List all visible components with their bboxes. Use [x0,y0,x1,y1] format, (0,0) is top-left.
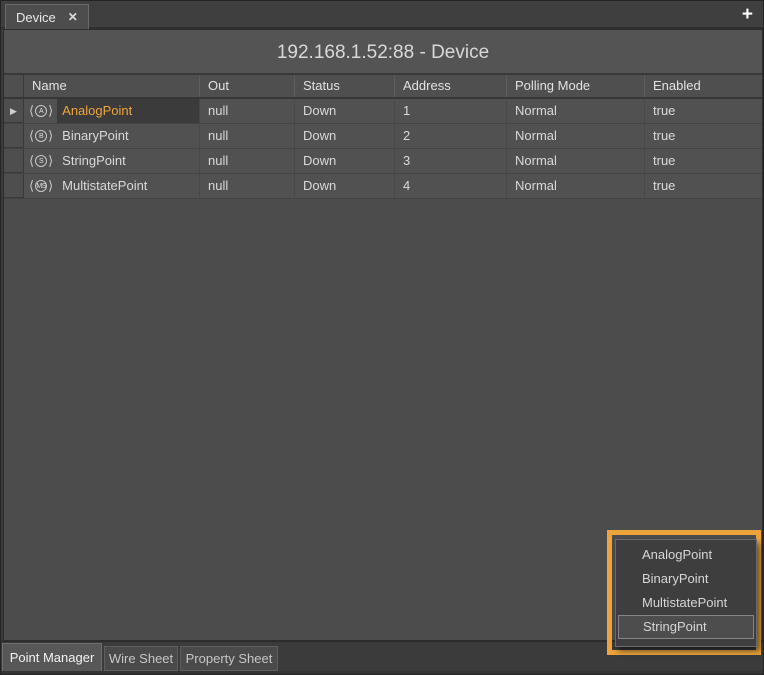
tab-property-sheet[interactable]: Property Sheet [180,646,278,671]
cell-status: Down [294,99,394,123]
menu-item-analog-point[interactable]: AnalogPoint [616,543,756,567]
cell-status: Down [294,124,394,148]
bottom-edge-strip [1,671,763,675]
analog-point-icon: ⟨A⟩ [29,99,53,123]
add-tab-button[interactable]: + [742,3,753,27]
column-header-enabled[interactable]: Enabled [644,75,762,97]
multistate-point-icon: ⟨MS⟩ [29,174,53,198]
row-selector-arrow[interactable]: ▶ [4,99,24,123]
point-type-menu: AnalogPoint BinaryPoint MultistatePoint … [615,539,757,647]
cell-out: null [199,99,294,123]
cell-enabled: true [644,149,762,173]
cell-name[interactable]: ⟨S⟩ StringPoint [24,149,199,173]
tab-wire-sheet[interactable]: Wire Sheet [104,646,178,671]
column-header-address[interactable]: Address [394,75,506,97]
top-tab-bar: Device ✕ + [1,1,763,29]
tab-device-label: Device [16,10,56,25]
point-name-label: AnalogPoint [57,99,199,123]
cell-out: null [199,174,294,198]
annotation-highlight-box: AnalogPoint BinaryPoint MultistatePoint … [607,530,761,655]
point-name-label: BinaryPoint [57,124,199,148]
column-header-name[interactable]: Name [24,75,199,97]
tab-point-manager[interactable]: Point Manager [2,643,102,672]
point-name-label: MultistatePoint [57,174,199,198]
cell-enabled: true [644,124,762,148]
cell-name[interactable]: ⟨A⟩ AnalogPoint [24,99,199,123]
point-name-label: StringPoint [57,149,199,173]
binary-point-icon: ⟨B⟩ [29,124,53,148]
row-selector[interactable] [4,174,24,198]
string-point-icon: ⟨S⟩ [29,149,53,173]
column-header-status[interactable]: Status [294,75,394,97]
cell-status: Down [294,149,394,173]
table-row[interactable]: ⟨S⟩ StringPoint null Down 3 Normal true [4,149,762,174]
cell-address: 1 [394,99,506,123]
page-title: 192.168.1.52:88 - Device [4,30,762,75]
cell-name[interactable]: ⟨B⟩ BinaryPoint [24,124,199,148]
column-header-out[interactable]: Out [199,75,294,97]
cell-name[interactable]: ⟨MS⟩ MultistatePoint [24,174,199,198]
cell-out: null [199,124,294,148]
app-window: Device ✕ + 192.168.1.52:88 - Device Name… [0,0,764,675]
menu-item-string-point[interactable]: StringPoint [618,615,754,639]
row-selector-header [4,75,24,97]
close-icon[interactable]: ✕ [68,10,78,24]
menu-item-binary-point[interactable]: BinaryPoint [616,567,756,591]
table-row[interactable]: ⟨MS⟩ MultistatePoint null Down 4 Normal … [4,174,762,199]
cell-polling-mode: Normal [506,174,644,198]
menu-item-multistate-point[interactable]: MultistatePoint [616,591,756,615]
cell-address: 2 [394,124,506,148]
cell-out: null [199,149,294,173]
row-selector[interactable] [4,149,24,173]
column-header-polling-mode[interactable]: Polling Mode [506,75,644,97]
cell-enabled: true [644,99,762,123]
tab-device[interactable]: Device ✕ [5,4,89,29]
cell-polling-mode: Normal [506,99,644,123]
cell-enabled: true [644,174,762,198]
table-row[interactable]: ▶ ⟨A⟩ AnalogPoint null Down 1 Normal tru… [4,99,762,124]
table-header-row: Name Out Status Address Polling Mode Ena… [4,75,762,99]
cell-polling-mode: Normal [506,124,644,148]
cell-address: 3 [394,149,506,173]
table-row[interactable]: ⟨B⟩ BinaryPoint null Down 2 Normal true [4,124,762,149]
cell-polling-mode: Normal [506,149,644,173]
cell-status: Down [294,174,394,198]
cell-address: 4 [394,174,506,198]
row-selector[interactable] [4,124,24,148]
